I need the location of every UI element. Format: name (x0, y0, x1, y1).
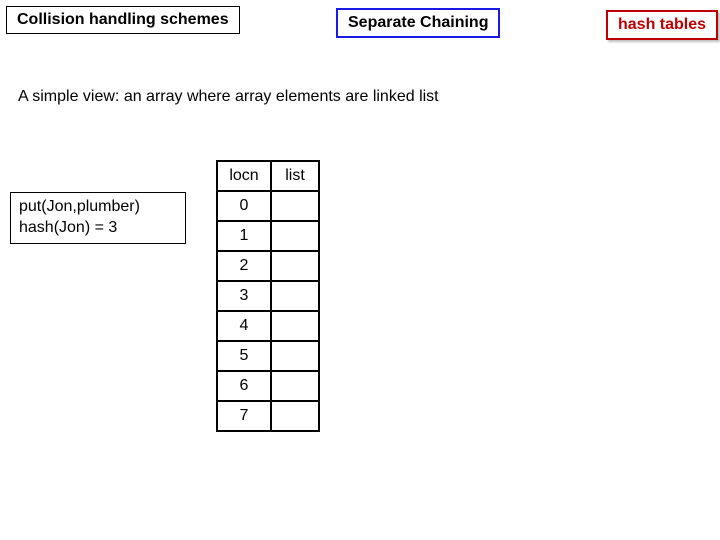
cell-locn: 7 (217, 401, 271, 431)
cell-locn: 1 (217, 221, 271, 251)
category-box: hash tables (606, 10, 718, 40)
table-row: 0 (217, 191, 319, 221)
header-locn: locn (217, 161, 271, 191)
operation-annotation: put(Jon,plumber) hash(Jon) = 3 (10, 192, 186, 244)
cell-list (271, 371, 319, 401)
cell-locn: 0 (217, 191, 271, 221)
operation-put: put(Jon,plumber) (19, 197, 177, 218)
table-row: 7 (217, 401, 319, 431)
cell-locn: 5 (217, 341, 271, 371)
cell-list (271, 341, 319, 371)
cell-list (271, 281, 319, 311)
cell-locn: 2 (217, 251, 271, 281)
cell-list (271, 191, 319, 221)
category-label: hash tables (618, 16, 706, 33)
cell-locn: 6 (217, 371, 271, 401)
topic-box: Collision handling schemes (6, 6, 240, 34)
cell-locn: 4 (217, 311, 271, 341)
table-row: 6 (217, 371, 319, 401)
bucket-table: locn list 0 1 2 3 4 5 6 (216, 160, 320, 432)
header-list: list (271, 161, 319, 191)
table-row: 1 (217, 221, 319, 251)
operation-hash: hash(Jon) = 3 (19, 218, 177, 239)
table-header-row: locn list (217, 161, 319, 191)
description-text: A simple view: an array where array elem… (18, 88, 439, 106)
method-box: Separate Chaining (336, 8, 500, 38)
cell-list (271, 311, 319, 341)
table-row: 5 (217, 341, 319, 371)
topic-label: Collision handling schemes (17, 11, 229, 28)
cell-locn: 3 (217, 281, 271, 311)
cell-list (271, 251, 319, 281)
cell-list (271, 401, 319, 431)
table-row: 2 (217, 251, 319, 281)
method-label: Separate Chaining (348, 14, 488, 31)
cell-list (271, 221, 319, 251)
table-row: 3 (217, 281, 319, 311)
table-row: 4 (217, 311, 319, 341)
